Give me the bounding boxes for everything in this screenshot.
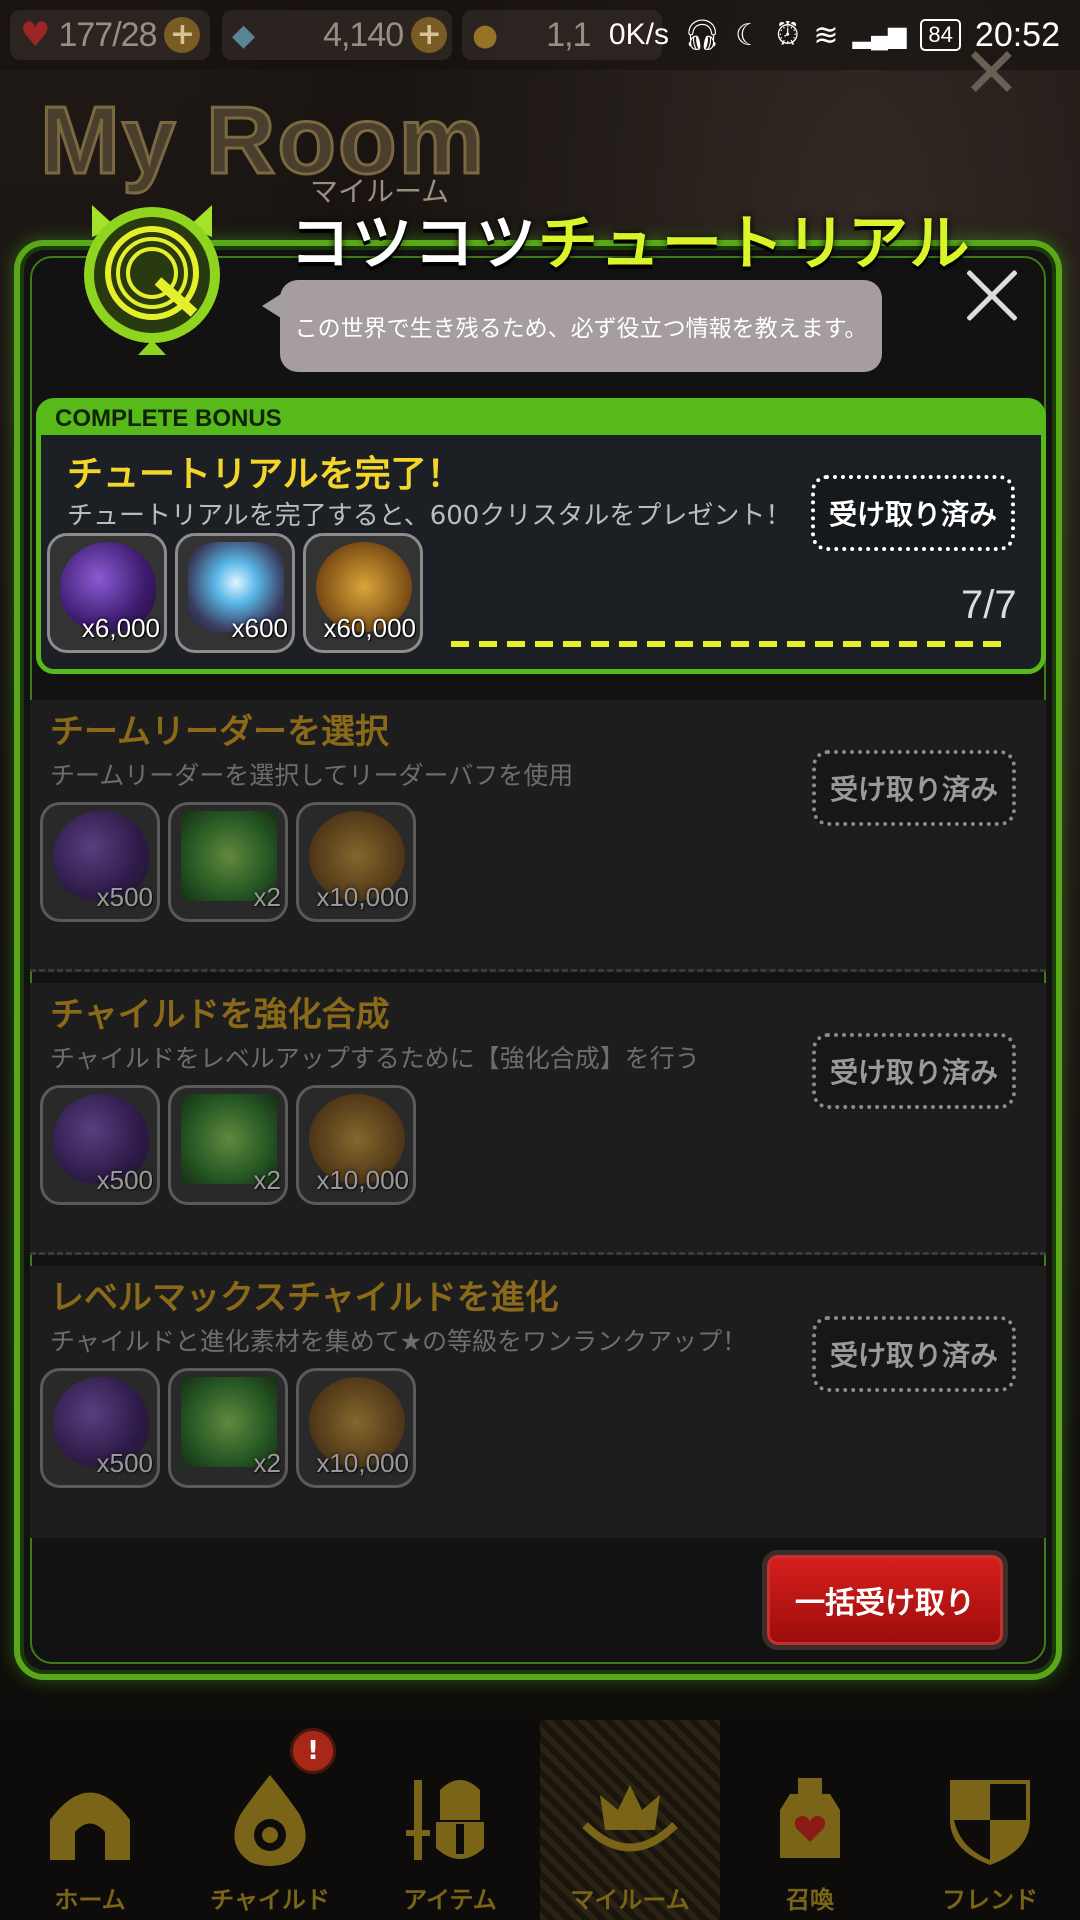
reward-item-coin: x10,000 — [296, 1085, 416, 1205]
add-crystal-button[interactable]: + — [411, 17, 448, 53]
nav-item-home[interactable]: ホーム — [0, 1720, 180, 1920]
crystal-resource: ◆ 4,140 + — [222, 10, 452, 60]
net-speed: 0K/s — [608, 18, 669, 51]
nav-label: フレンド — [942, 1886, 1038, 1914]
background-close-icon: ✕ — [962, 32, 1021, 114]
bottom-nav: ホーム チャイルド アイテム マイルーム 召喚 フレンド — [0, 1720, 1080, 1920]
reward-item-coin: x10,000 — [296, 1368, 416, 1488]
mission-row: チャイルドを強化合成 チャイルドをレベルアップするために【強化合成】を行う 受け… — [30, 983, 1046, 1255]
reward-item-ticket: x2 — [168, 1368, 288, 1488]
mission-title: チャイルドを強化合成 — [50, 995, 390, 1035]
nav-label: アイテム — [403, 1886, 497, 1914]
reward-item-gem: x500 — [40, 1085, 160, 1205]
reward-item-ticket: x2 — [168, 802, 288, 922]
crystal-icon: ◆ — [232, 17, 256, 53]
mission-row: チームリーダーを選択 チームリーダーを選択してリーダーバフを使用 受け取り済み … — [30, 700, 1046, 972]
complete-bonus-title: チュートリアルを完了！ — [67, 454, 463, 495]
reward-item-gem: x500 — [40, 1368, 160, 1488]
heart-icon: ♥ — [20, 15, 51, 55]
batch-claim-button[interactable]: 一括受け取り — [762, 1550, 1008, 1650]
reward-item-coin: x60,000 — [303, 533, 423, 653]
modal-title-green: チュートリアル — [538, 209, 972, 279]
mission-row: レベルマックスチャイルドを進化 チャイルドと進化素材を集めて★の等級をワンランク… — [30, 1266, 1046, 1538]
complete-bonus-claimed-button[interactable]: 受け取り済み — [811, 475, 1015, 551]
complete-bonus-label: COMPLETE BONUS — [55, 405, 282, 432]
hp-value: 177/28 — [58, 15, 157, 54]
reward-qty: x500 — [96, 1448, 153, 1478]
reward-item-ticket: x2 — [168, 1085, 288, 1205]
mission-claimed-button[interactable]: 受け取り済み — [812, 750, 1016, 826]
mission-title: レベルマックスチャイルドを進化 — [50, 1278, 559, 1318]
progress-bar — [451, 641, 1003, 647]
speech-bubble: この世界で生き残るため、必ず役立つ情報を教えます。 — [280, 280, 882, 372]
mission-description: チャイルドをレベルアップするために【強化合成】を行う — [50, 1044, 700, 1073]
item-knight-icon — [406, 1780, 484, 1860]
mission-rewards: x500 x2 x10,000 — [40, 802, 416, 922]
reward-item-gem: x6,000 — [47, 533, 167, 653]
myroom-crown-icon — [582, 1785, 678, 1852]
moon-icon: ☾ — [735, 18, 762, 52]
nav-item-myroom[interactable]: マイルーム — [540, 1720, 720, 1920]
mission-rewards: x500 x2 x10,000 — [40, 1368, 416, 1488]
battery-icon: 84 — [920, 19, 961, 51]
mission-claimed-button[interactable]: 受け取り済み — [812, 1033, 1016, 1109]
nav-label: 召喚 — [786, 1886, 834, 1914]
reward-qty: x10,000 — [316, 1448, 409, 1478]
reward-qty: x10,000 — [316, 1165, 409, 1195]
mission-rewards: x500 x2 x10,000 — [40, 1085, 416, 1205]
reward-qty: x6,000 — [81, 613, 160, 643]
modal-title: コツコツチュートリアル — [290, 195, 971, 282]
reward-qty: x500 — [96, 882, 153, 912]
mission-title: チームリーダーを選択 — [50, 712, 389, 752]
headphones-icon: 🎧︎ — [682, 18, 722, 52]
reward-qty: x2 — [253, 1448, 281, 1478]
wifi-icon: ≋ — [813, 18, 839, 52]
progress-count: 7/7 — [961, 583, 1017, 627]
signal-icon: ▂▄▆ — [852, 21, 907, 49]
nav-item-friend[interactable]: フレンド — [900, 1720, 1080, 1920]
alarm-icon: ⏰︎ — [775, 18, 800, 51]
modal-title-white: コツコツ — [290, 209, 538, 279]
mission-claimed-button[interactable]: 受け取り済み — [812, 1316, 1016, 1392]
complete-bonus-header: COMPLETE BONUS — [41, 403, 1041, 435]
reward-item-coin: x10,000 — [296, 802, 416, 922]
coin-icon: ● — [472, 17, 499, 53]
reward-qty: x2 — [253, 882, 281, 912]
hp-resource: ♥ 177/28 + — [10, 10, 210, 60]
status-bar: ♥ 177/28 + ◆ 4,140 + ● 1,1 0K/s 🎧︎ ☾ ⏰︎ … — [0, 0, 1080, 70]
nav-label: マイルーム — [570, 1886, 690, 1914]
nav-item-item[interactable]: アイテム — [360, 1720, 540, 1920]
nav-label: ホーム — [54, 1886, 126, 1914]
add-hp-button[interactable]: + — [164, 17, 201, 53]
crystal-value: 4,140 — [323, 15, 404, 54]
coin-value: 1,1 — [546, 15, 591, 54]
close-icon[interactable] — [964, 268, 1020, 324]
home-icon — [50, 1792, 130, 1860]
complete-bonus-description: チュートリアルを完了すると、600クリスタルをプレゼント！ — [67, 501, 792, 531]
child-flame-icon — [234, 1775, 306, 1866]
reward-item-crystal: x600 — [175, 533, 295, 653]
complete-bonus-panel: COMPLETE BONUS チュートリアルを完了！ チュートリアルを完了すると… — [36, 398, 1046, 674]
reward-item-gem: x500 — [40, 802, 160, 922]
friend-shield-icon — [950, 1780, 1030, 1865]
reward-qty: x60,000 — [323, 613, 416, 643]
nav-item-summon[interactable]: 召喚 — [720, 1720, 900, 1920]
summon-bottle-icon — [780, 1778, 840, 1858]
reward-qty: x10,000 — [316, 882, 409, 912]
nav-label: チャイルド — [210, 1886, 330, 1914]
reward-qty: x2 — [253, 1165, 281, 1195]
notification-badge: ! — [290, 1728, 336, 1774]
quest-q-icon — [84, 205, 220, 355]
reward-qty: x600 — [231, 613, 288, 643]
mission-description: チームリーダーを選択してリーダーバフを使用 — [50, 761, 574, 790]
complete-bonus-rewards: x6,000 x600 x60,000 — [47, 533, 423, 653]
mission-description: チャイルドと進化素材を集めて★の等級をワンランクアップ！ — [50, 1327, 748, 1356]
reward-qty: x500 — [96, 1165, 153, 1195]
